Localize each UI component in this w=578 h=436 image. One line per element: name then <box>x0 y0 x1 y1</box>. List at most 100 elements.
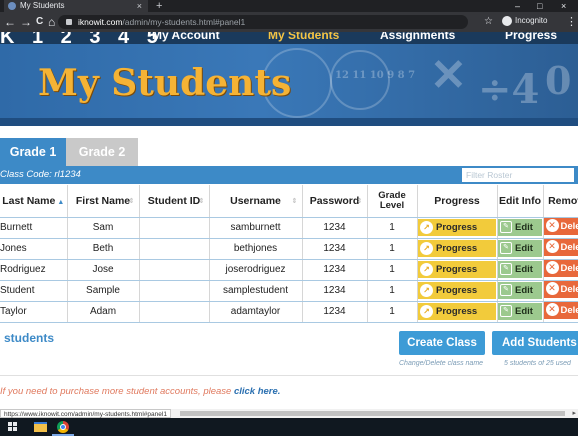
new-tab-button[interactable]: + <box>156 0 162 12</box>
progress-button-label: Progress <box>436 222 478 233</box>
edit-button[interactable]: ✎ Edit <box>498 261 542 278</box>
file-explorer-icon[interactable] <box>34 422 47 432</box>
header-username[interactable]: Username ⇕ <box>209 185 303 218</box>
cell-first-name: Beth <box>67 238 140 260</box>
tab-grade-2[interactable]: Grade 2 <box>66 138 138 166</box>
address-bar[interactable]: iknowit.com/admin/my-students.html#panel… <box>58 15 468 29</box>
edit-button-label: Edit <box>515 264 533 275</box>
header-label: Grade Level <box>378 189 406 211</box>
header-first-name[interactable]: First Name ⇕ <box>67 185 140 218</box>
delete-button[interactable]: ✕Delete <box>543 217 578 235</box>
x-circle-icon: ✕ <box>545 303 559 317</box>
horizontal-scrollbar[interactable]: ▸ https://www.iknowit.com/admin/my-stude… <box>0 409 578 418</box>
incognito-icon <box>502 16 512 26</box>
trend-chart-icon: ↗ <box>420 241 433 255</box>
cell-first-name: Adam <box>67 301 140 323</box>
delete-button[interactable]: ✕Delete <box>543 301 578 319</box>
edit-button[interactable]: ✎ Edit <box>498 219 542 236</box>
cell-grade-level: 1 <box>367 217 418 239</box>
header-grade-level[interactable]: Grade Level <box>367 185 418 218</box>
pencil-icon: ✎ <box>500 263 512 276</box>
scroll-right-arrow-icon[interactable]: ▸ <box>572 409 576 418</box>
clock-numbers-decoration: 12 11 10 9 8 7 <box>335 70 416 81</box>
edit-button-label: Edit <box>515 306 533 317</box>
edit-button[interactable]: ✎ Edit <box>498 240 542 257</box>
header-label: Remove <box>548 194 578 207</box>
header-label: First Name <box>75 194 131 207</box>
header-label: Edit Info <box>499 194 541 207</box>
banner-stripe <box>0 118 578 126</box>
cell-grade-level: 1 <box>367 238 418 260</box>
cell-progress: ↗ Progress <box>417 280 498 302</box>
create-class-button[interactable]: Create Class <box>399 331 485 355</box>
tab-grade-1[interactable]: Grade 1 <box>0 138 66 166</box>
cell-last-name: Burnett <box>0 217 68 239</box>
header-student-id[interactable]: Student ID ⇕ <box>139 185 210 218</box>
lock-icon <box>66 19 72 25</box>
sort-ascending-icon: ▲ <box>57 198 65 206</box>
minimize-button[interactable]: – <box>515 0 520 12</box>
progress-button[interactable]: ↗ Progress <box>418 219 496 236</box>
edit-button[interactable]: ✎ Edit <box>498 282 542 299</box>
add-students-button[interactable]: Add Students <box>492 331 578 355</box>
bookmark-star-icon[interactable]: ☆ <box>484 16 493 27</box>
header-progress: Progress <box>417 185 498 218</box>
cell-first-name: Jose <box>67 259 140 281</box>
header-remove: Remove <box>543 185 578 218</box>
pencil-icon: ✎ <box>500 284 512 297</box>
x-circle-icon: ✕ <box>545 282 559 296</box>
incognito-indicator[interactable]: Incognito <box>502 16 547 26</box>
progress-button[interactable]: ↗ Progress <box>418 240 496 257</box>
nav-my-account[interactable]: My Account <box>152 32 220 42</box>
cell-grade-level: 1 <box>367 259 418 281</box>
grade-number-links[interactable]: K 1 2 3 4 5 <box>0 32 164 44</box>
delete-button[interactable]: ✕Delete <box>543 259 578 277</box>
cell-edit: ✎ Edit <box>497 259 544 281</box>
edit-button-label: Edit <box>515 222 533 233</box>
cell-grade-level: 1 <box>367 301 418 323</box>
chrome-icon[interactable] <box>57 421 69 433</box>
close-tab-icon[interactable]: × <box>137 0 142 12</box>
header-last-name[interactable]: Last Name ▲ <box>0 185 68 218</box>
divider <box>0 375 578 376</box>
close-window-button[interactable]: × <box>561 0 566 12</box>
cell-remove: ✕Delete <box>543 280 578 302</box>
header-label: Progress <box>434 194 480 207</box>
browser-tab-strip: My Students × + – □ × <box>0 0 578 12</box>
nav-progress[interactable]: Progress <box>505 32 557 42</box>
cell-student-id <box>139 217 210 239</box>
browser-menu-icon[interactable]: ⋮ <box>566 15 577 28</box>
delete-button[interactable]: ✕Delete <box>543 238 578 256</box>
home-icon[interactable]: ⌂ <box>48 14 55 30</box>
cell-last-name: Jones <box>0 238 68 260</box>
progress-button-label: Progress <box>436 264 478 275</box>
progress-button[interactable]: ↗ Progress <box>418 261 496 278</box>
trend-chart-icon: ↗ <box>420 304 433 318</box>
cell-last-name: Taylor <box>0 301 68 323</box>
nav-assignments[interactable]: Assignments <box>380 32 455 42</box>
delete-button[interactable]: ✕Delete <box>543 280 578 298</box>
delete-button-label: Delete <box>560 220 578 232</box>
edit-button[interactable]: ✎ Edit <box>498 303 542 320</box>
progress-button[interactable]: ↗ Progress <box>418 303 496 320</box>
cell-progress: ↗ Progress <box>417 238 498 260</box>
table-row: Taylor Adam adamtaylor 1234 1 ↗ Progress … <box>0 301 578 323</box>
back-icon[interactable]: ← <box>4 14 16 30</box>
cell-password: 1234 <box>302 238 368 260</box>
forward-icon[interactable]: → <box>20 14 32 30</box>
header-password[interactable]: Password ⇕ <box>302 185 368 218</box>
progress-button[interactable]: ↗ Progress <box>418 282 496 299</box>
maximize-button[interactable]: □ <box>537 0 542 12</box>
delete-button-label: Delete <box>560 304 578 316</box>
cell-password: 1234 <box>302 259 368 281</box>
cell-progress: ↗ Progress <box>417 259 498 281</box>
progress-button-label: Progress <box>436 243 478 254</box>
filter-roster-input[interactable] <box>462 168 574 182</box>
windows-start-icon[interactable] <box>8 422 18 432</box>
reload-icon[interactable]: C <box>36 14 43 30</box>
scrollbar-thumb[interactable] <box>180 411 565 416</box>
purchase-link[interactable]: click here. <box>234 386 280 397</box>
nav-my-students[interactable]: My Students <box>268 32 339 42</box>
sort-icon: ⇕ <box>198 198 205 205</box>
browser-tab[interactable]: My Students × <box>4 0 148 12</box>
